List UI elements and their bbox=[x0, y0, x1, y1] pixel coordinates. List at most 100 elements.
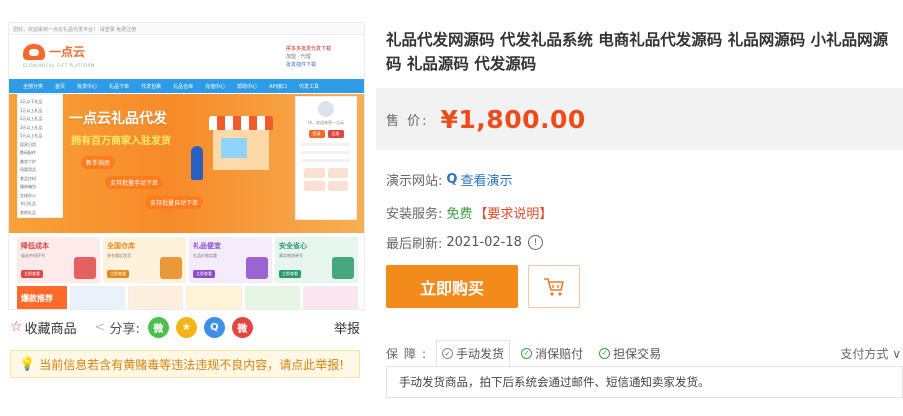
preview-register-button: 注册 bbox=[327, 130, 344, 138]
payment-method-dropdown[interactable]: 支付方式 ∨ bbox=[840, 345, 901, 362]
preview-category: 1元以下礼品 bbox=[20, 99, 43, 104]
preview-goods-thumb bbox=[302, 286, 359, 309]
guarantee-description: 手动发货商品，拍下后系统会通过邮件、短信通知卖家发货。 bbox=[386, 366, 903, 398]
preview-goods-row: 爆款推荐 bbox=[17, 286, 359, 309]
shop-illustration bbox=[209, 116, 273, 174]
preview-banner-chip: 支持批量自动下单 bbox=[145, 196, 204, 209]
favorite-button[interactable]: ☆ 收藏商品 bbox=[10, 318, 77, 337]
preview-banner-subtitle: 拥有百万商家入驻发货 bbox=[71, 136, 171, 147]
refresh-row: 最后刷新: 2021-02-18 ! bbox=[386, 233, 543, 252]
preview-feature-card: 降低成本 省去中间环节 立即查看 bbox=[17, 237, 100, 283]
preview-goods-thumb bbox=[186, 286, 242, 309]
preview-category: 美妆个护 bbox=[20, 158, 36, 164]
check-icon: ✓ bbox=[599, 347, 611, 359]
payment-method-label: 支付方式 bbox=[840, 346, 889, 361]
check-icon: ✓ bbox=[442, 348, 454, 359]
preview-feature-card: 全国仓库 多仓就近发货 立即查看 bbox=[103, 237, 186, 283]
lightbulb-icon: 💡 bbox=[19, 356, 36, 372]
tab-escrow-trade[interactable]: ✓ 担保交易 bbox=[594, 341, 666, 365]
person-illustration bbox=[191, 146, 203, 180]
report-warning-banner[interactable]: 💡 当前信息若含有黄赌毒等违法违规不良内容，请点此举报! bbox=[10, 350, 360, 378]
preview-banner-chip: 新手指南 bbox=[81, 156, 116, 169]
preview-promo-2: 加盟 · 代理 bbox=[286, 54, 311, 60]
install-row: 安装服务: 免费 【要求说明】 bbox=[386, 203, 552, 222]
preview-topbar: 您好，欢迎来到一点云礼品代发平台！ 请登录 免费注册 bbox=[9, 23, 364, 35]
preview-feature-card: 礼品便宜 礼品价格实惠 立即查看 bbox=[189, 237, 272, 283]
preview-login-button: 登录 bbox=[308, 130, 325, 138]
product-preview-image: 您好，欢迎来到一点云礼品代发平台！ 请登录 免费注册 一点云 ECONOMICA… bbox=[8, 22, 365, 310]
wechat-icon[interactable]: 微 bbox=[147, 316, 169, 338]
preview-nav-item: 代发包裹 bbox=[141, 83, 162, 90]
tab-manual-delivery[interactable]: ✓ 手动发货 bbox=[436, 340, 511, 366]
preview-user-greeting: Hi，欢迎来到一点云 bbox=[307, 120, 345, 125]
install-requirements-link[interactable]: 【要求说明】 bbox=[474, 203, 552, 222]
guarantee-bar: 保障: ✓ 手动发货 ✓ 消保赔付 ✓ 担保交易 支付方式 ∨ bbox=[376, 340, 903, 366]
weibo-icon[interactable]: 微 bbox=[231, 316, 253, 338]
install-label: 安装服务: bbox=[386, 207, 443, 222]
demo-label: 演示网站: bbox=[386, 174, 443, 189]
preview-promo: 拼多多批发代发下载 加盟 · 代理 批发插件下载 bbox=[286, 45, 350, 69]
preview-category: 居家日用 bbox=[20, 141, 36, 147]
share-bar: ☆ 收藏商品 < 分享: 微 ★ Q 微 举报 bbox=[10, 316, 360, 338]
add-to-cart-button[interactable] bbox=[528, 265, 580, 308]
preview-category: 2元以上礼品 bbox=[20, 116, 43, 121]
preview-logo-text: 一点云 bbox=[49, 45, 86, 59]
preview-header: 一点云 ECONOMICAL GIFT PLATFORM 拼多多批发代发下载 加… bbox=[9, 35, 364, 79]
view-demo-label: 查看演示 bbox=[460, 174, 513, 189]
avatar bbox=[318, 101, 334, 117]
chevron-down-icon: ∨ bbox=[892, 346, 901, 361]
preview-nav: 全部分类 首页 批发中心 礼品下单 代发包裹 礼品仓库 充值中心 帮助中心 AP… bbox=[9, 79, 364, 93]
preview-category-list: 1元以下礼品 1元以上礼品 2元以上礼品 3元以上礼品 5元以上礼品 居家日用 … bbox=[17, 94, 63, 218]
preview-category: 其他礼品 bbox=[20, 209, 36, 215]
share-icon: < bbox=[94, 319, 106, 335]
guarantee-label: 保障: bbox=[386, 346, 433, 361]
refresh-label: 最后刷新: bbox=[386, 237, 443, 252]
demo-row: 演示网站: Q 查看演示 bbox=[386, 170, 512, 189]
preview-user-panel: Hi，欢迎来到一点云 登录 注册 bbox=[295, 96, 357, 220]
preview-category: 节日礼品 bbox=[20, 201, 36, 206]
price-box: 售 价: ¥1,800.00 bbox=[376, 88, 903, 150]
check-icon: ✓ bbox=[521, 347, 533, 359]
tab-consumer-protection[interactable]: ✓ 消保赔付 bbox=[516, 341, 588, 365]
cart-icon bbox=[544, 277, 564, 296]
qq-icon[interactable]: Q bbox=[203, 316, 225, 338]
preview-nav-item: API接口 bbox=[269, 83, 288, 90]
star-icon: ☆ bbox=[10, 319, 23, 335]
preview-nav-item: 代发工具 bbox=[299, 83, 320, 90]
preview-banner-chip: 支持批量手动下单 bbox=[105, 176, 164, 189]
refresh-date: 2021-02-18 bbox=[446, 235, 522, 250]
preview-banner: 1元以下礼品 1元以上礼品 2元以上礼品 3元以上礼品 5元以上礼品 居家日用 … bbox=[9, 94, 364, 233]
favorite-label: 收藏商品 bbox=[24, 321, 77, 337]
view-demo-link[interactable]: Q 查看演示 bbox=[446, 170, 512, 189]
qzone-icon[interactable]: ★ bbox=[175, 316, 197, 338]
preview-logo-sub: ECONOMICAL GIFT PLATFORM bbox=[23, 63, 95, 68]
price-label: 售 价: bbox=[386, 113, 429, 129]
search-icon: Q bbox=[446, 172, 458, 187]
preview-hot-label: 爆款推荐 bbox=[17, 286, 67, 309]
preview-category: 数码配件 bbox=[20, 150, 36, 155]
preview-goods-thumb bbox=[70, 286, 126, 309]
preview-nav-item: 全部分类 bbox=[23, 83, 44, 90]
preview-feature-card: 安全省心 真实物流单号 立即查看 bbox=[275, 237, 358, 283]
product-title: 礼品代发网源码 代发礼品系统 电商礼品代发源码 礼品网源码 小礼品网源码 礼品源… bbox=[386, 31, 889, 73]
install-value: 免费 bbox=[446, 207, 473, 222]
help-icon[interactable]: ! bbox=[527, 235, 543, 250]
preview-banner-title: 一点云礼品代发 bbox=[69, 111, 167, 127]
share-label: 分享: bbox=[109, 321, 140, 337]
preview-feature-cards: 降低成本 省去中间环节 立即查看 全国仓库 多仓就近发货 立即查看 礼品便宜 礼… bbox=[17, 237, 358, 283]
share-label-group: < 分享: bbox=[95, 318, 140, 337]
preview-nav-item: 礼品下单 bbox=[109, 83, 130, 90]
preview-promo-3: 批发插件下载 bbox=[286, 62, 317, 68]
report-link[interactable]: 举报 bbox=[334, 318, 360, 337]
preview-category: 母婴用品 bbox=[20, 167, 36, 172]
preview-nav-item: 充值中心 bbox=[205, 83, 226, 90]
preview-nav-item: 批发中心 bbox=[77, 83, 98, 90]
cloud-logo-icon bbox=[23, 43, 45, 60]
preview-goods-thumb bbox=[244, 286, 300, 309]
preview-goods-thumb bbox=[128, 286, 184, 309]
warning-text: 当前信息若含有黄赌毒等违法违规不良内容，请点此举报! bbox=[39, 357, 345, 372]
preview-category: 5元以上礼品 bbox=[20, 133, 43, 138]
preview-promo-1: 拼多多批发代发下载 bbox=[286, 46, 332, 52]
buy-now-button[interactable]: 立即购买 bbox=[386, 265, 518, 308]
preview-category: 3元以上礼品 bbox=[20, 124, 43, 130]
